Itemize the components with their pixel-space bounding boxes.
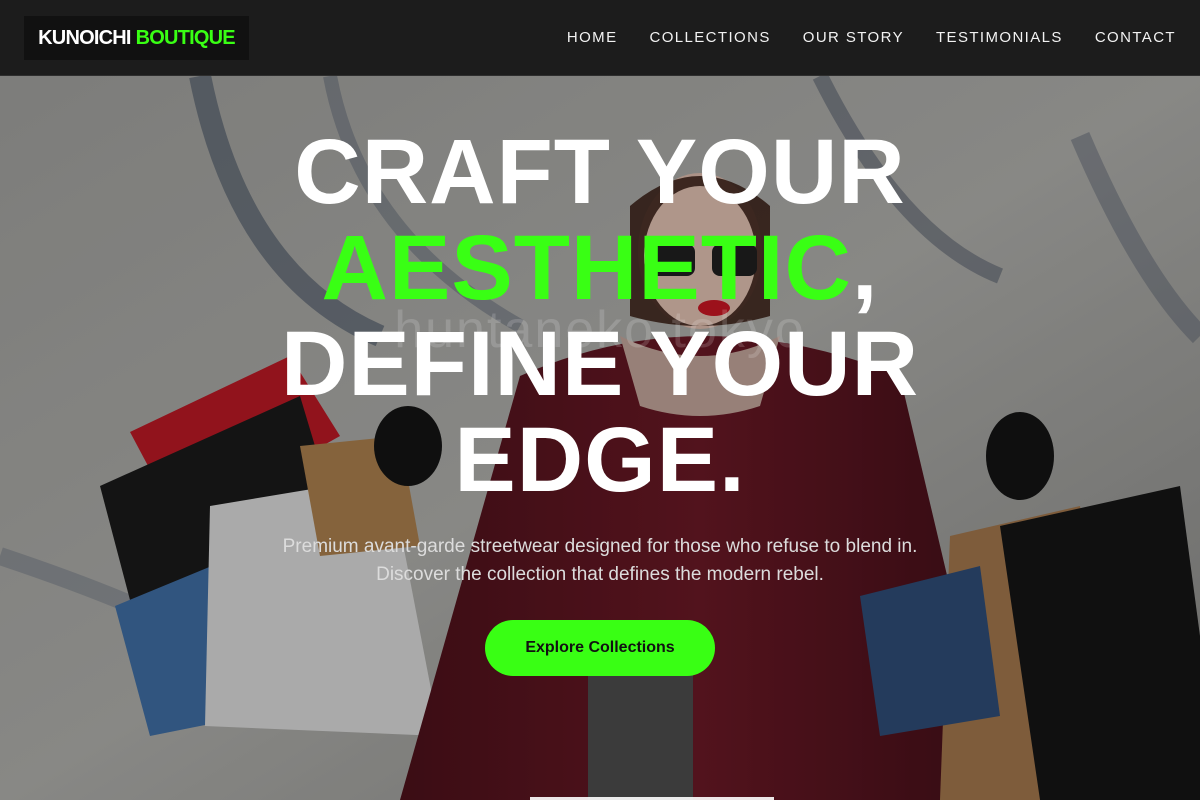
nav-item-home: HOME [567,29,618,47]
headline-line-3: DEFINE YOUR [280,313,920,415]
headline-line-2: AESTHETIC, [100,220,1100,316]
nav-link-testimonials[interactable]: TESTIMONIALS [936,29,1063,46]
hero-headline: CRAFT YOUR AESTHETIC, DEFINE YOUR EDGE. [100,124,1100,508]
brand-name-primary: KUNOICHI [38,26,131,49]
nav-link-home[interactable]: HOME [567,29,618,46]
headline-line-1: CRAFT YOUR [294,121,906,223]
main-nav: HOME COLLECTIONS OUR STORY TESTIMONIALS … [567,0,1176,76]
nav-link-our-story[interactable]: OUR STORY [803,29,904,46]
nav-item-contact: CONTACT [1095,29,1176,47]
nav-link-contact[interactable]: CONTACT [1095,29,1176,46]
nav-item-testimonials: TESTIMONIALS [936,29,1063,47]
nav-link-collections[interactable]: COLLECTIONS [649,29,770,46]
hero-subtext-line-2: Discover the collection that defines the… [376,564,824,585]
hero-subtext-line-1: Premium avant-garde streetwear designed … [282,536,918,557]
nav-item-collections: COLLECTIONS [649,29,770,47]
explore-collections-button[interactable]: Explore Collections [485,620,715,676]
brand-name-accent: BOUTIQUE [135,26,236,49]
brand-logo[interactable]: KUNOICHI BOUTIQUE [24,16,249,60]
site-header: KUNOICHI BOUTIQUE HOME COLLECTIONS OUR ST… [0,0,1200,76]
page: KUNOICHI BOUTIQUE HOME COLLECTIONS OUR ST… [0,0,1200,800]
nav-item-our-story: OUR STORY [803,29,904,47]
headline-line-4: EDGE. [454,409,746,511]
hero-section: CRAFT YOUR AESTHETIC, DEFINE YOUR EDGE. … [0,76,1200,800]
headline-comma: , [851,217,879,319]
headline-accent-word: AESTHETIC [321,217,852,319]
hero-subtext: Premium avant-garde streetwear designed … [150,533,1050,589]
